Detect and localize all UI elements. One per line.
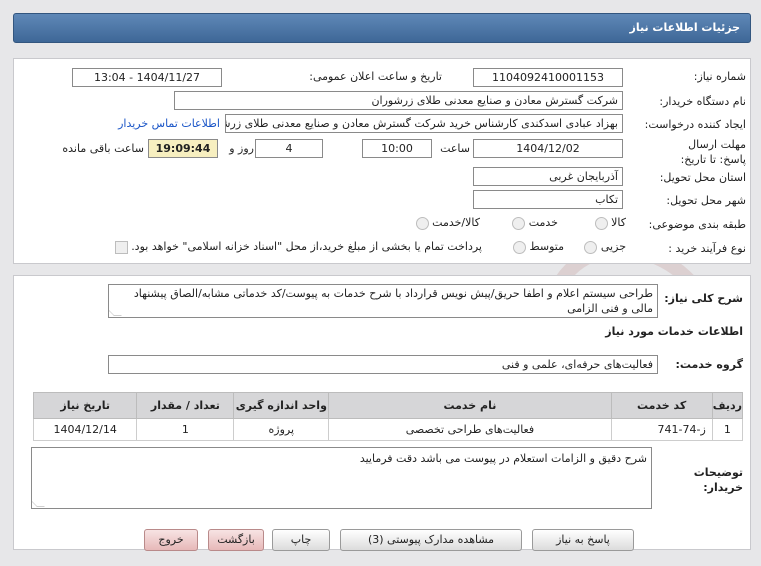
requester-field: بهزاد عبادی اسدکندی کارشناس خرید شرکت گس… bbox=[225, 114, 623, 133]
deadline-label: مهلت ارسال پاسخ: تا تاریخ: bbox=[680, 138, 746, 166]
radio-icon[interactable] bbox=[415, 216, 429, 230]
print-button[interactable]: چاپ bbox=[272, 529, 330, 551]
service-group-field: فعالیت‌های حرفه‌ای، علمی و فنی bbox=[108, 355, 658, 374]
buyer-notes-text: شرح دقیق و الزامات استعلام در پیوست می ب… bbox=[359, 452, 647, 465]
exit-button[interactable]: خروج bbox=[144, 529, 198, 551]
deadline-time-field: 10:00 bbox=[362, 139, 432, 158]
radio-icon[interactable] bbox=[512, 216, 526, 230]
buyer-notes-textarea[interactable]: شرح دقیق و الزامات استعلام در پیوست می ب… bbox=[31, 447, 652, 509]
col-header-row: ردیف bbox=[711, 392, 744, 419]
process-option-label: جزیی bbox=[600, 240, 626, 253]
buyer-notes-label: توضیحات خریدار: bbox=[693, 466, 743, 494]
province-field: آذربایجان غربی bbox=[473, 167, 623, 186]
col-header-qty: تعداد / مقدار bbox=[136, 392, 235, 419]
col-header-name: نام خدمت bbox=[328, 392, 612, 419]
info-panel bbox=[13, 58, 751, 264]
cell-code: ز-74-741 bbox=[610, 418, 713, 441]
buyer-org-field: شرکت گسترش معادن و صنایع معدنی طلای زرشو… bbox=[174, 91, 623, 110]
back-button[interactable]: بازگشت bbox=[208, 529, 264, 551]
process-option-medium[interactable]: متوسط bbox=[488, 240, 564, 254]
city-field: تکاب bbox=[473, 190, 623, 209]
service-group-label: گروه خدمت: bbox=[675, 358, 743, 371]
treasury-note: پرداخت تمام یا بخشی از مبلغ خرید،از محل … bbox=[131, 240, 482, 253]
city-label: شهر محل تحویل: bbox=[666, 194, 746, 207]
announce-datetime-label: تاریخ و ساعت اعلان عمومی: bbox=[309, 70, 442, 83]
page-title: جزئیات اطلاعات نیاز bbox=[13, 13, 751, 43]
radio-icon[interactable] bbox=[512, 240, 526, 254]
table-header-row: ردیف کد خدمت نام خدمت واحد اندازه گیری ت… bbox=[32, 392, 744, 419]
checkbox-icon[interactable] bbox=[114, 240, 128, 254]
cell-name: فعالیت‌های طراحی تخصصی bbox=[328, 418, 612, 441]
view-attachments-button[interactable]: مشاهده مدارک پیوستی (3) bbox=[340, 529, 522, 551]
process-label: نوع فرآیند خرید : bbox=[668, 242, 746, 255]
table-row: 1 ز-74-741 فعالیت‌های طراحی تخصصی پروژه … bbox=[32, 418, 744, 441]
deadline-date-field: 1404/12/02 bbox=[473, 139, 623, 158]
services-table: ردیف کد خدمت نام خدمت واحد اندازه گیری ت… bbox=[32, 392, 744, 441]
countdown-field: 19:09:44 bbox=[148, 139, 218, 158]
description-text: طراحی سیستم اعلام و اطفا حریق/پیش نویس ق… bbox=[133, 287, 653, 315]
col-header-unit: واحد اندازه گیری bbox=[233, 392, 330, 419]
buyer-org-label: نام دستگاه خریدار: bbox=[659, 95, 746, 108]
category-option-service[interactable]: خدمت bbox=[488, 216, 558, 230]
resize-handle-icon[interactable] bbox=[109, 308, 122, 316]
province-label: استان محل تحویل: bbox=[659, 171, 746, 184]
category-label: طبقه بندی موضوعی: bbox=[648, 218, 746, 231]
cell-row: 1 bbox=[711, 418, 744, 441]
description-label: شرح کلی نیاز: bbox=[664, 292, 743, 305]
category-option-label: کالا bbox=[611, 216, 626, 229]
reply-button[interactable]: پاسخ به نیاز bbox=[532, 529, 634, 551]
days-field: 4 bbox=[255, 139, 323, 158]
need-number-label: شماره نیاز: bbox=[693, 70, 746, 83]
radio-icon[interactable] bbox=[584, 240, 598, 254]
category-option-label: خدمت bbox=[528, 216, 558, 229]
radio-icon[interactable] bbox=[594, 216, 608, 230]
process-option-label: متوسط bbox=[529, 240, 564, 253]
announce-datetime-field: 1404/11/27 - 13:04 bbox=[72, 68, 222, 87]
category-option-goods[interactable]: کالا bbox=[566, 216, 626, 230]
requester-label: ایجاد کننده درخواست: bbox=[644, 118, 746, 131]
description-textarea[interactable]: طراحی سیستم اعلام و اطفا حریق/پیش نویس ق… bbox=[108, 284, 658, 318]
col-header-date: تاریخ نیاز bbox=[32, 392, 138, 419]
category-option-goods-service[interactable]: کالا/خدمت bbox=[388, 216, 480, 230]
category-option-label: کالا/خدمت bbox=[432, 216, 480, 229]
days-and-label: روز و bbox=[229, 142, 254, 155]
contact-buyer-link[interactable]: اطلاعات تماس خریدار bbox=[108, 117, 220, 130]
cell-unit: پروژه bbox=[233, 418, 330, 441]
resize-handle-icon[interactable] bbox=[32, 499, 45, 507]
treasury-payment-option[interactable]: پرداخت تمام یا بخشی از مبلغ خرید،از محل … bbox=[86, 240, 482, 254]
remaining-label: ساعت باقی مانده bbox=[62, 142, 144, 155]
cell-date: 1404/12/14 bbox=[32, 418, 138, 441]
cell-qty: 1 bbox=[136, 418, 235, 441]
services-info-heading: اطلاعات خدمات مورد نیاز bbox=[605, 325, 743, 338]
process-option-minor[interactable]: جزیی bbox=[566, 240, 626, 254]
need-number-field: 1104092410001153 bbox=[473, 68, 623, 87]
col-header-code: کد خدمت bbox=[610, 392, 713, 419]
time-label: ساعت bbox=[440, 142, 470, 155]
